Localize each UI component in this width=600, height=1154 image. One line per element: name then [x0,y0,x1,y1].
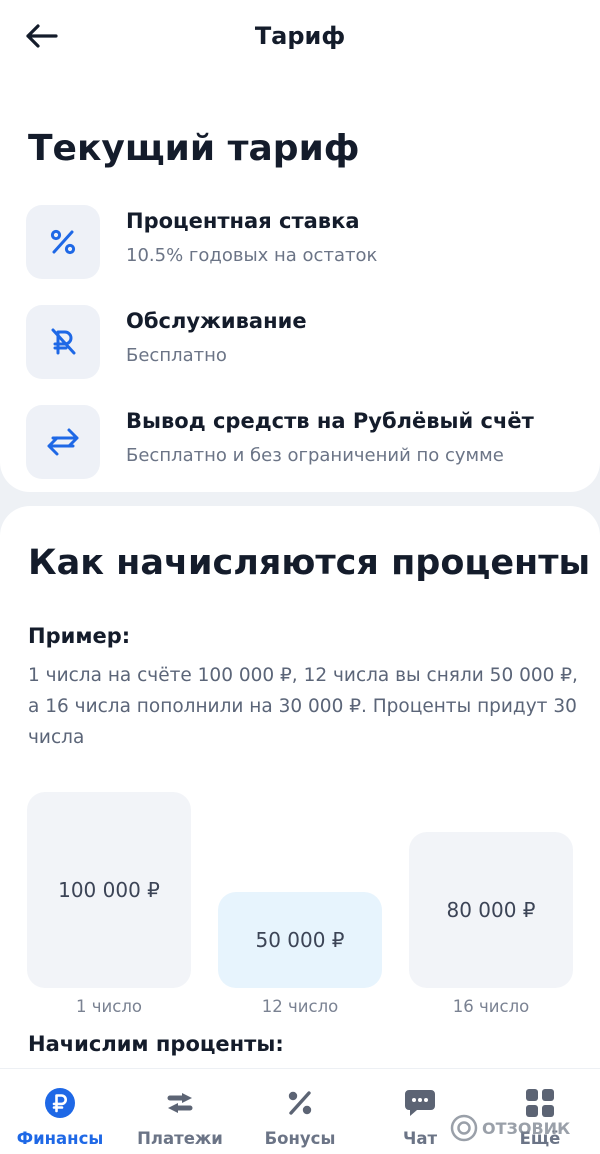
page-title: Тариф [254,22,346,50]
balance-amount: 80 000 ₽ [446,898,536,922]
tab-label: Финансы [16,1129,104,1148]
bar-label-day-16: 16 число [452,997,530,1016]
tariff-item-subtitle: Бесплатно и без ограничений по сумме [126,445,504,466]
balance-amount: 100 000 ₽ [58,878,160,902]
tab-label: Бонусы [264,1129,336,1148]
tariff-item-subtitle: Бесплатно [126,345,227,366]
percent-icon [26,205,100,279]
tab-payments[interactable]: Платежи [120,1069,240,1154]
watermark-logo-icon [450,1114,478,1142]
balance-amount: 50 000 ₽ [255,928,345,952]
current-tariff-title: Текущий тариф [28,128,360,169]
tariff-item-service: Обслуживание Бесплатно [26,305,586,381]
ruble-crossed-icon [26,305,100,379]
tariff-item-withdrawal: Вывод средств на Рублёвый счёт Бесплатно… [26,405,586,481]
percent-icon [282,1085,318,1121]
transfer-arrows-icon [26,405,100,479]
tab-bonuses[interactable]: Бонусы [240,1069,360,1154]
tariff-item-title: Обслуживание [126,309,307,333]
bar-label-day-12: 12 число [261,997,339,1016]
example-text: 1 числа на счёте 100 000 ₽, 12 числа вы … [28,665,578,748]
tab-label: Платежи [137,1129,223,1148]
watermark-text: ОТЗОВИК [482,1118,571,1138]
balance-bar-day-16: 80 000 ₽ [409,832,573,988]
accrue-label: Начислим проценты: [28,1032,284,1056]
tariff-item-subtitle: 10.5% годовых на остаток [126,245,378,266]
tab-finances[interactable]: Финансы [0,1069,120,1154]
ruble-circle-icon [42,1085,78,1121]
bar-label-day-1: 1 число [76,997,142,1016]
watermark: ОТЗОВИК [450,1113,570,1143]
example-label: Пример: [28,624,131,648]
tariff-item-interest-rate: Процентная ставка 10.5% годовых на остат… [26,205,586,281]
balance-bar-day-12: 50 000 ₽ [218,892,382,988]
tariff-item-title: Вывод средств на Рублёвый счёт [126,409,534,433]
exchange-arrows-icon [162,1085,198,1121]
header: Тариф [0,0,600,72]
tariff-item-title: Процентная ставка [126,209,360,233]
balance-bar-day-1: 100 000 ₽ [27,792,191,988]
interest-section-title: Как начисляются проценты [28,543,591,583]
chat-bubble-icon [402,1085,438,1121]
